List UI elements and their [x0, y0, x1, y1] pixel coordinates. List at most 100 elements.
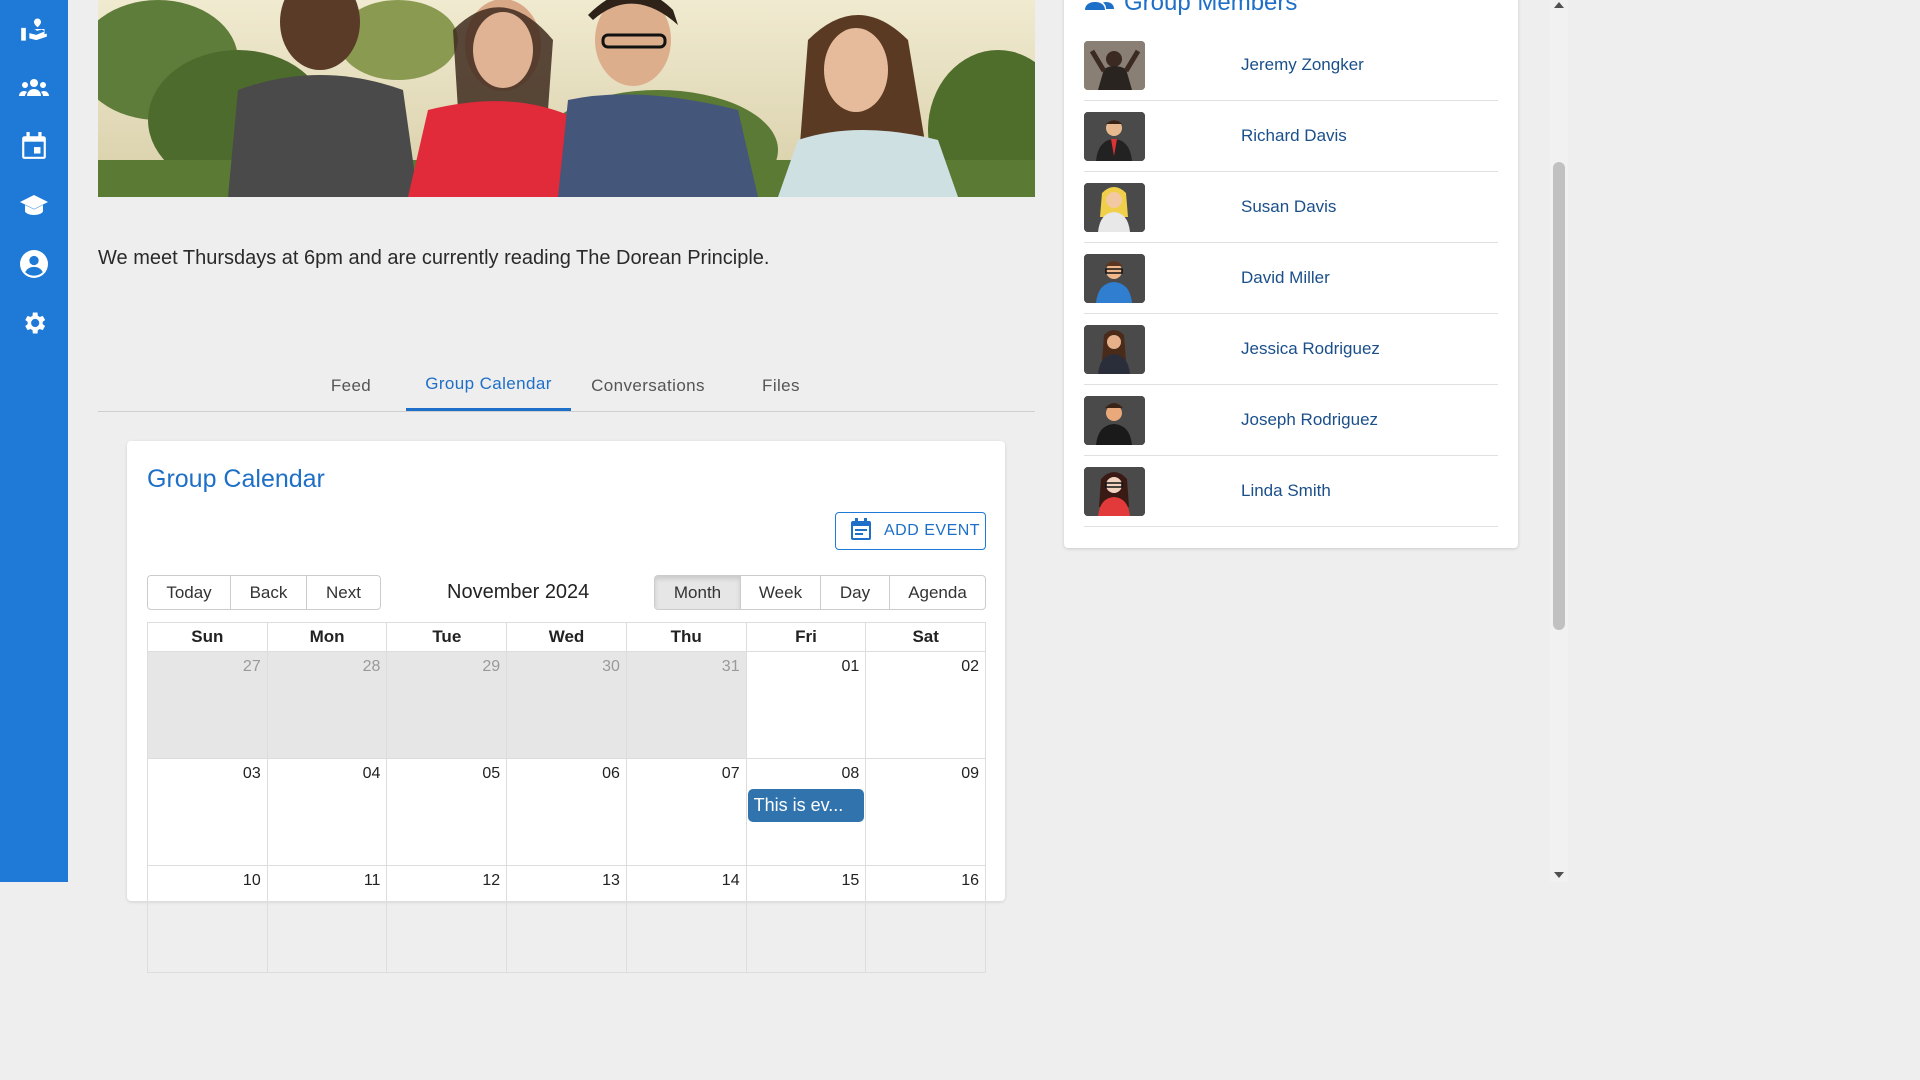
calendar-view-group: Month Week Day Agenda — [654, 575, 986, 610]
calendar-icon — [850, 517, 872, 546]
tab-conversations[interactable]: Conversations — [583, 360, 713, 411]
today-button[interactable]: Today — [148, 576, 231, 609]
day-number: 16 — [961, 872, 980, 889]
month-label: November 2024 — [447, 581, 590, 603]
member-row[interactable]: David Miller — [1084, 243, 1498, 314]
day-cell[interactable]: 09 — [866, 759, 987, 865]
day-cell[interactable]: 27 — [148, 652, 268, 758]
day-number: 04 — [362, 765, 381, 782]
scroll-down-arrow-icon[interactable] — [1554, 872, 1564, 878]
weekday-header: Sun Mon Tue Wed Thu Fri Sat — [148, 623, 987, 652]
member-name[interactable]: Richard Davis — [1241, 126, 1347, 146]
day-number: 27 — [242, 658, 261, 675]
day-cell[interactable]: 04 — [268, 759, 388, 865]
day-number: 03 — [242, 765, 261, 782]
week-row: 03 04 05 06 07 08 This is ev... 09 — [148, 759, 987, 866]
weekday-sat: Sat — [866, 623, 987, 651]
member-row[interactable]: Jessica Rodriguez — [1084, 314, 1498, 385]
view-week-button[interactable]: Week — [741, 576, 821, 609]
member-name[interactable]: Linda Smith — [1241, 481, 1331, 501]
week-row: 27 28 29 30 31 01 02 — [148, 652, 987, 759]
member-avatar — [1084, 466, 1145, 516]
weekday-mon: Mon — [268, 623, 388, 651]
member-avatar — [1084, 253, 1145, 303]
day-cell[interactable]: 31 — [626, 652, 747, 758]
member-avatar — [1084, 182, 1145, 232]
day-cell[interactable]: 15 — [747, 866, 867, 972]
group-icon — [1084, 0, 1114, 17]
day-number: 07 — [721, 765, 740, 782]
weekday-wed: Wed — [507, 623, 627, 651]
calendar-event[interactable]: This is ev... — [747, 789, 864, 822]
day-cell[interactable]: 03 — [148, 759, 268, 865]
scroll-up-arrow-icon[interactable] — [1554, 2, 1564, 8]
day-cell[interactable]: 07 — [627, 759, 747, 865]
group-description: We meet Thursdays at 6pm and are current… — [98, 247, 770, 269]
member-row[interactable]: Joseph Rodriguez — [1084, 385, 1498, 456]
day-number: 31 — [721, 658, 740, 675]
day-cell[interactable]: 08 This is ev... — [747, 759, 867, 865]
calendar-icon[interactable] — [19, 131, 49, 161]
member-name[interactable]: Susan Davis — [1241, 197, 1336, 217]
member-name[interactable]: Joseph Rodriguez — [1241, 410, 1378, 430]
members-heading: Group Members — [1084, 0, 1297, 17]
tab-group-calendar[interactable]: Group Calendar — [406, 360, 571, 411]
group-banner-photo — [98, 0, 1035, 197]
day-cell[interactable]: 06 — [507, 759, 627, 865]
view-month-button[interactable]: Month — [655, 576, 741, 609]
member-row[interactable]: Jeremy Zongker — [1084, 30, 1498, 101]
day-cell[interactable]: 28 — [267, 652, 388, 758]
member-name[interactable]: Jeremy Zongker — [1241, 55, 1364, 75]
view-agenda-button[interactable]: Agenda — [890, 576, 985, 609]
member-name[interactable]: Jessica Rodriguez — [1241, 339, 1380, 359]
next-button[interactable]: Next — [307, 576, 380, 609]
weekday-sun: Sun — [148, 623, 268, 651]
day-cell[interactable]: 01 — [747, 652, 867, 758]
account-circle-icon[interactable] — [19, 249, 49, 279]
back-button[interactable]: Back — [231, 576, 307, 609]
day-cell[interactable]: 13 — [507, 866, 627, 972]
sidebar — [0, 0, 68, 882]
page-scrollbar[interactable] — [1550, 0, 1568, 882]
scroll-thumb[interactable] — [1553, 162, 1565, 630]
day-cell[interactable]: 14 — [627, 866, 747, 972]
member-row[interactable]: Susan Davis — [1084, 172, 1498, 243]
day-cell[interactable]: 30 — [507, 652, 627, 758]
day-cell[interactable]: 10 — [148, 866, 268, 972]
group-members-card: Group Members Jeremy Zongker Richard Dav… — [1064, 0, 1518, 548]
day-number: 12 — [482, 872, 501, 889]
member-name[interactable]: David Miller — [1241, 268, 1330, 288]
day-number: 13 — [602, 872, 620, 889]
member-row[interactable]: Richard Davis — [1084, 101, 1498, 172]
day-number: 30 — [602, 658, 620, 675]
day-number: 11 — [363, 872, 381, 889]
members-title: Group Members — [1124, 0, 1298, 16]
add-event-label: ADD EVENT — [884, 522, 981, 539]
member-avatar — [1084, 324, 1145, 374]
weekday-tue: Tue — [387, 623, 508, 651]
month-grid: Sun Mon Tue Wed Thu Fri Sat 27 28 29 30 … — [147, 622, 987, 973]
graduation-cap-icon[interactable] — [19, 190, 49, 220]
day-cell[interactable]: 11 — [268, 866, 388, 972]
day-cell[interactable]: 02 — [866, 652, 987, 758]
day-cell[interactable]: 29 — [387, 652, 508, 758]
calendar-title: Group Calendar — [147, 465, 325, 493]
add-event-button[interactable]: ADD EVENT — [835, 512, 986, 550]
day-cell[interactable]: 05 — [387, 759, 508, 865]
groups-icon[interactable] — [19, 73, 49, 103]
settings-gear-icon[interactable] — [19, 308, 49, 338]
day-number: 28 — [362, 658, 381, 675]
member-row[interactable]: Linda Smith — [1084, 456, 1498, 527]
member-avatar — [1084, 111, 1145, 161]
tab-feed[interactable]: Feed — [316, 360, 386, 411]
day-cell[interactable]: 16 — [866, 866, 987, 972]
day-number: 29 — [482, 658, 501, 675]
weekday-thu: Thu — [627, 623, 747, 651]
day-number: 14 — [721, 872, 740, 889]
day-number: 01 — [841, 658, 860, 675]
view-day-button[interactable]: Day — [821, 576, 890, 609]
tab-files[interactable]: Files — [746, 360, 816, 411]
calendar-nav-group: Today Back Next — [147, 575, 381, 610]
hand-heart-icon[interactable] — [19, 14, 49, 44]
day-cell[interactable]: 12 — [387, 866, 508, 972]
